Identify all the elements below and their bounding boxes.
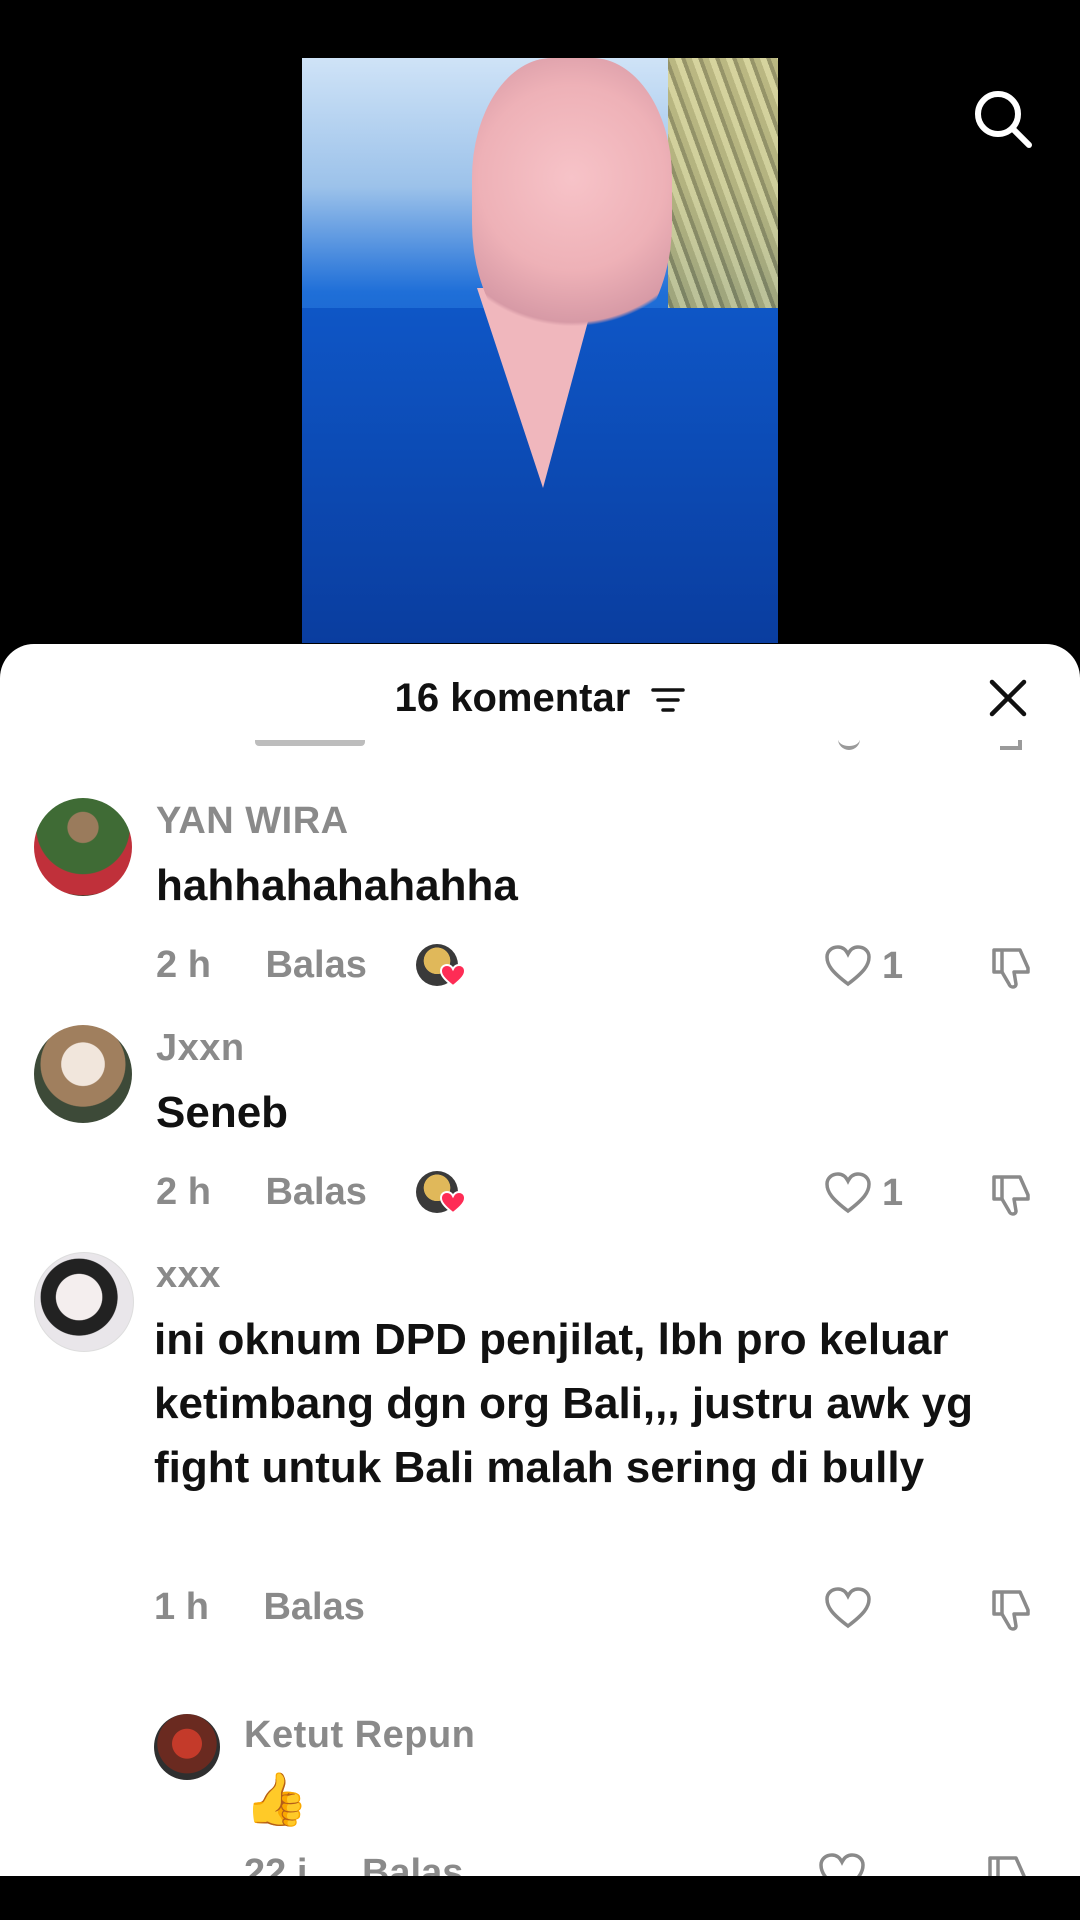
thumbs-down-icon[interactable]	[984, 1852, 1032, 1876]
avatar[interactable]	[34, 1025, 132, 1123]
comment-text: hahhahahahahha	[156, 861, 518, 910]
reply-button[interactable]: Balas	[265, 944, 366, 986]
comment-username[interactable]: xxx	[156, 1254, 221, 1297]
heart-outline-icon	[825, 1587, 871, 1629]
heart-outline-icon	[825, 945, 871, 987]
comment-text: Seneb	[156, 1088, 289, 1137]
video-player[interactable]	[302, 58, 778, 643]
heart-filled-icon	[440, 1191, 466, 1215]
creator-liked-badge	[416, 944, 466, 992]
comment-username[interactable]: Ketut Repun	[244, 1714, 475, 1757]
heart-filled-icon	[440, 964, 466, 988]
like-button[interactable]	[824, 1586, 882, 1630]
video-subject-face	[472, 58, 672, 358]
comment-text: ini oknum DPD penjilat, lbh pro keluar k…	[154, 1315, 974, 1492]
comment-username[interactable]: Jxxn	[156, 1027, 245, 1070]
comment-meta: 1 h Balas	[154, 1586, 365, 1629]
reply-button[interactable]: Balas	[265, 1171, 366, 1213]
comment-time: 2 h	[156, 944, 211, 986]
comment-meta: 22 j Balas	[244, 1852, 463, 1876]
comment-time: 22 j	[244, 1852, 308, 1876]
comment-meta: 2 h Balas	[156, 944, 367, 987]
comment-count-label: 16 komentar	[394, 676, 631, 720]
thumbs-down-icon[interactable]	[988, 944, 1036, 992]
comment-text: 👍	[244, 1771, 309, 1829]
thumbs-down-icon[interactable]	[988, 1586, 1036, 1634]
search-icon[interactable]	[972, 88, 1034, 150]
creator-liked-badge	[416, 1171, 466, 1219]
like-count: 1	[882, 1171, 904, 1214]
reply-button[interactable]: Balas	[362, 1852, 463, 1876]
comments-header: 16 komentar	[0, 644, 1080, 754]
bottom-bar	[0, 1876, 1080, 1920]
close-icon[interactable]	[986, 676, 1030, 720]
comments-sheet: 16 komentar YAN WIRA hahhahahahahha 2 h …	[0, 644, 1080, 1876]
comment-username[interactable]: YAN WIRA	[156, 800, 349, 843]
comment-time: 2 h	[156, 1171, 211, 1213]
reply-button[interactable]: Balas	[263, 1586, 364, 1628]
heart-outline-icon	[825, 1172, 871, 1214]
comment-time: 1 h	[154, 1586, 209, 1628]
like-button[interactable]: 1	[824, 1171, 903, 1215]
thumbs-down-icon[interactable]	[988, 1171, 1036, 1219]
heart-outline-icon	[819, 1853, 865, 1876]
avatar[interactable]	[34, 798, 132, 896]
filter-icon[interactable]	[651, 686, 686, 714]
comment-count-title[interactable]: 16 komentar	[0, 676, 1080, 721]
like-count: 1	[882, 944, 904, 987]
comment-meta: 2 h Balas	[156, 1171, 367, 1214]
video-background	[668, 58, 778, 338]
avatar[interactable]	[34, 1252, 134, 1352]
clipped-previous-row	[0, 740, 1080, 760]
like-button[interactable]	[818, 1852, 876, 1876]
like-button[interactable]: 1	[824, 944, 903, 988]
avatar[interactable]	[154, 1714, 220, 1780]
